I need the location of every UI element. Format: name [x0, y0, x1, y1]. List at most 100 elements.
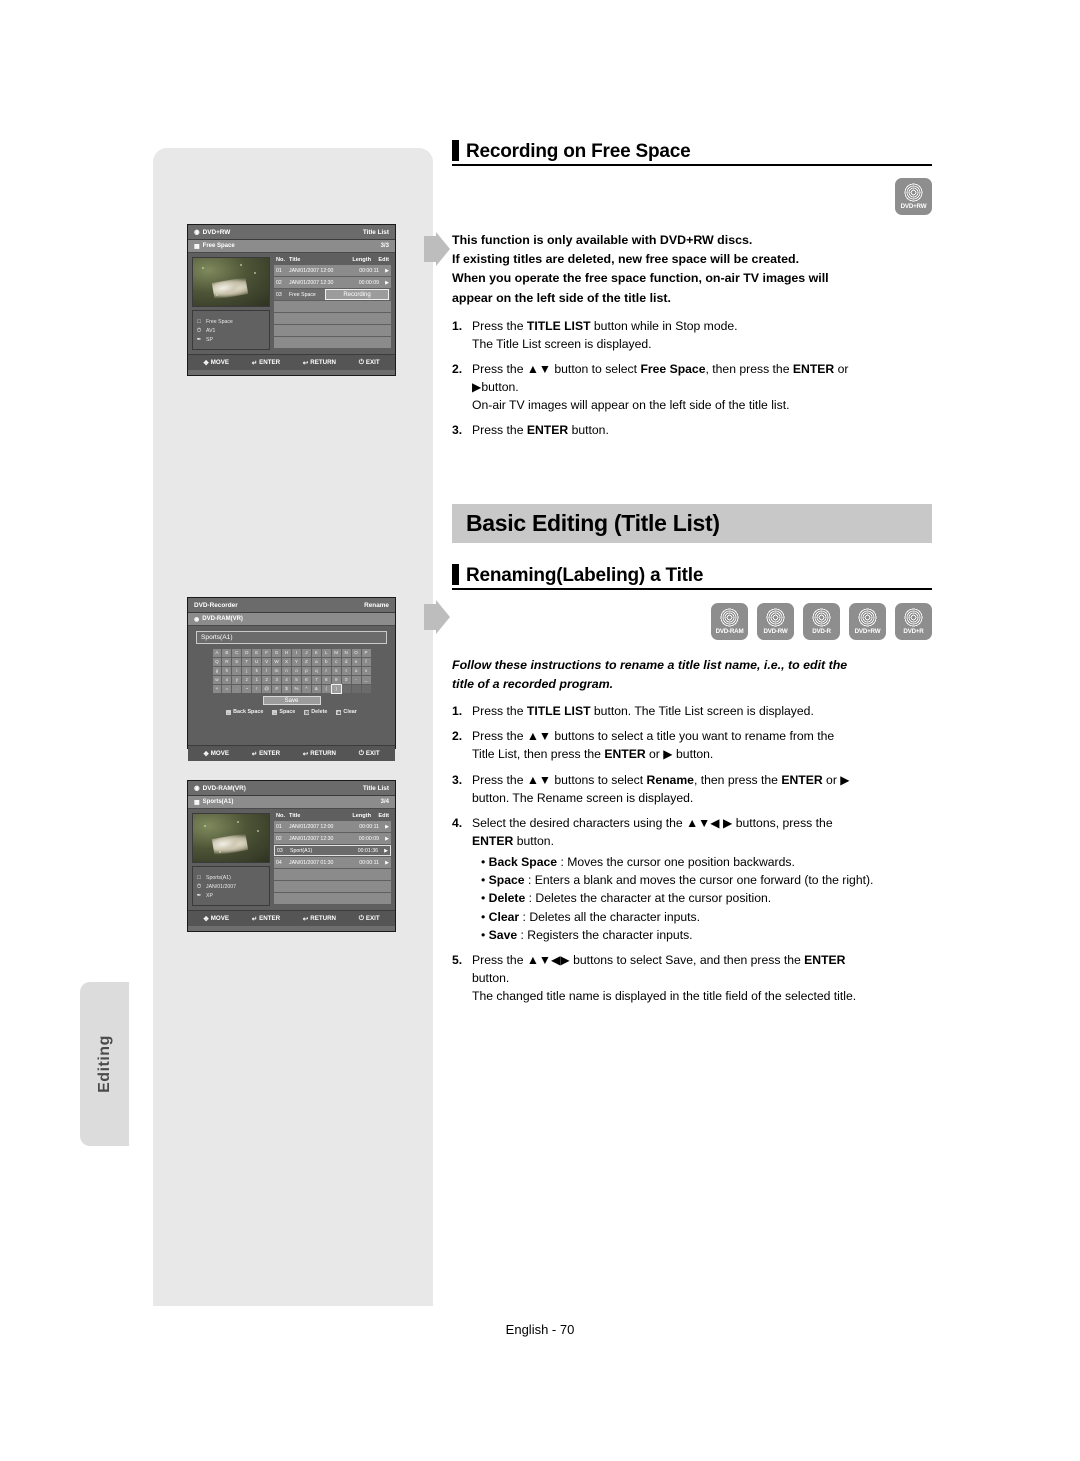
column-no: No. — [276, 813, 286, 819]
keyboard-key[interactable]: ) — [330, 684, 342, 694]
keyboard-key[interactable]: V — [262, 658, 272, 666]
keyboard-key[interactable]: P — [361, 649, 371, 657]
keyboard-key[interactable]: b — [321, 658, 331, 666]
keyboard-key[interactable]: G — [272, 649, 282, 657]
keyboard-key[interactable]: e — [351, 658, 361, 666]
keyboard-key[interactable]: I — [292, 649, 301, 657]
save-button[interactable]: Save — [262, 696, 321, 705]
keyboard-key[interactable]: 0 — [341, 676, 351, 684]
table-row-selected[interactable]: 03 Free Space Recording — [274, 289, 391, 300]
keyboard-key[interactable]: F — [262, 649, 272, 657]
table-row[interactable]: 02 JAN/01/2007 12:30 00:00:09 ▶ — [274, 833, 391, 844]
keyboard-key[interactable]: Q — [212, 658, 222, 666]
column-edit: Edit — [378, 257, 389, 263]
keyboard-key[interactable]: U — [252, 658, 262, 666]
banner-title: Basic Editing (Title List) — [466, 510, 720, 537]
keyboard-key[interactable]: v — [361, 667, 371, 675]
keyboard-key[interactable]: % — [292, 685, 301, 693]
keyboard-key[interactable]: @ — [262, 685, 272, 693]
clear-icon: ⊗ — [336, 709, 342, 715]
chapter-side-tab-label: Editing — [95, 1035, 113, 1093]
osd-info-box: □ Sports(A1) ⏱ JAN/01/2007 ✒ XP — [192, 866, 270, 906]
keyboard-key[interactable]: k — [252, 667, 262, 675]
keyboard-key[interactable]: z — [242, 676, 252, 684]
table-row-selected[interactable]: 03 Sport(A1) 00:01:36 ▶ — [274, 845, 391, 856]
keyboard-key[interactable]: & — [311, 685, 321, 693]
keyboard-key[interactable]: . — [232, 685, 242, 693]
keyboard-key[interactable]: q — [311, 667, 321, 675]
keyboard-key[interactable]: 6 — [301, 676, 311, 684]
keyboard-key[interactable]: - — [351, 676, 361, 684]
keyboard-key[interactable]: D — [242, 649, 252, 657]
keyboard-key[interactable]: O — [351, 649, 361, 657]
keyboard-key[interactable]: ( — [321, 685, 331, 693]
keyboard-key[interactable]: C — [232, 649, 242, 657]
keyboard-key[interactable]: h — [222, 667, 232, 675]
keyboard-key[interactable]: c — [331, 658, 341, 666]
keyboard-key[interactable]: _ — [361, 676, 371, 684]
keyboard-key[interactable]: # — [272, 685, 282, 693]
keyboard-key[interactable]: Z — [301, 658, 311, 666]
keyboard-key[interactable]: X — [282, 658, 291, 666]
keyboard-key[interactable]: ~ — [242, 685, 252, 693]
keyboard-key[interactable]: H — [282, 649, 291, 657]
keyboard-key[interactable]: 4 — [282, 676, 291, 684]
keyboard-key[interactable]: ^ — [301, 685, 311, 693]
keyboard-key[interactable]: $ — [282, 685, 291, 693]
keyboard-key[interactable]: t — [341, 667, 351, 675]
keyboard-key[interactable]: i — [232, 667, 242, 675]
table-row[interactable]: 02 JAN/01/2007 12:30 00:00:09 ▶ — [274, 277, 391, 288]
keyboard-key[interactable]: a — [311, 658, 321, 666]
keyboard-key[interactable]: B — [222, 649, 232, 657]
step-item: 3. Press the ▲▼ buttons to select Rename,… — [452, 771, 932, 807]
keyboard-key[interactable]: + — [212, 685, 222, 693]
keyboard-key[interactable]: W — [272, 658, 282, 666]
keyboard-key[interactable]: 3 — [272, 676, 282, 684]
rename-text-field[interactable]: Sports(A1) — [196, 631, 387, 644]
keyboard-key[interactable]: g — [212, 667, 222, 675]
keyboard-key[interactable]: M — [331, 649, 341, 657]
keyboard-key[interactable]: y — [232, 676, 242, 684]
keyboard-key[interactable]: m — [272, 667, 282, 675]
table-row[interactable]: 01 JAN/01/2007 12:00 00:00:11 ▶ — [274, 265, 391, 276]
keyboard-key[interactable]: 8 — [321, 676, 331, 684]
keyboard-key[interactable]: j — [242, 667, 252, 675]
keyboard-key[interactable]: d — [341, 658, 351, 666]
keyboard-key[interactable]: 7 — [311, 676, 321, 684]
on-screen-keyboard[interactable]: ABCDEFGHIJKLMNOP QRSTUVWXYZabcdef ghijklmn… — [212, 649, 371, 694]
keyboard-key[interactable]: = — [222, 685, 232, 693]
keyboard-key[interactable]: 2 — [262, 676, 272, 684]
keyboard-key[interactable]: ! — [252, 685, 262, 693]
table-row[interactable]: 01 JAN/01/2007 12:00 00:00:11 ▶ — [274, 821, 391, 832]
keyboard-key[interactable]: l — [262, 667, 272, 675]
keyboard-key[interactable]: f — [361, 658, 371, 666]
table-row[interactable]: 04 JAN/01/2007 01:30 00:00:11 ▶ — [274, 857, 391, 868]
keyboard-key[interactable]: 9 — [331, 676, 341, 684]
keyboard-key[interactable]: S — [232, 658, 242, 666]
lead-line: When you operate the free space function… — [452, 271, 829, 286]
keyboard-key[interactable]: u — [351, 667, 361, 675]
keyboard-key[interactable]: R — [222, 658, 232, 666]
keyboard-key[interactable]: s — [331, 667, 341, 675]
osd-mode-label: Title List — [362, 784, 389, 792]
keyboard-key[interactable]: J — [301, 649, 311, 657]
disc-icon — [812, 608, 831, 628]
disc-badge: DVD+R — [895, 603, 932, 641]
keyboard-key[interactable]: T — [242, 658, 252, 666]
keyboard-key[interactable]: o — [292, 667, 301, 675]
keyboard-key[interactable]: 1 — [252, 676, 262, 684]
keyboard-key[interactable]: 5 — [292, 676, 301, 684]
keyboard-key[interactable]: N — [341, 649, 351, 657]
keyboard-key[interactable]: p — [301, 667, 311, 675]
keyboard-key[interactable]: K — [311, 649, 321, 657]
keyboard-key[interactable]: n — [282, 667, 291, 675]
column-title: Title — [289, 813, 301, 819]
keyboard-key[interactable]: x — [222, 676, 232, 684]
keyboard-key[interactable]: A — [212, 649, 222, 657]
osd-page-count: 3/3 — [380, 243, 389, 249]
keyboard-key[interactable]: E — [252, 649, 262, 657]
keyboard-key[interactable]: w — [212, 676, 222, 684]
keyboard-key[interactable]: L — [321, 649, 331, 657]
keyboard-key[interactable]: Y — [292, 658, 301, 666]
keyboard-key[interactable]: r — [321, 667, 331, 675]
